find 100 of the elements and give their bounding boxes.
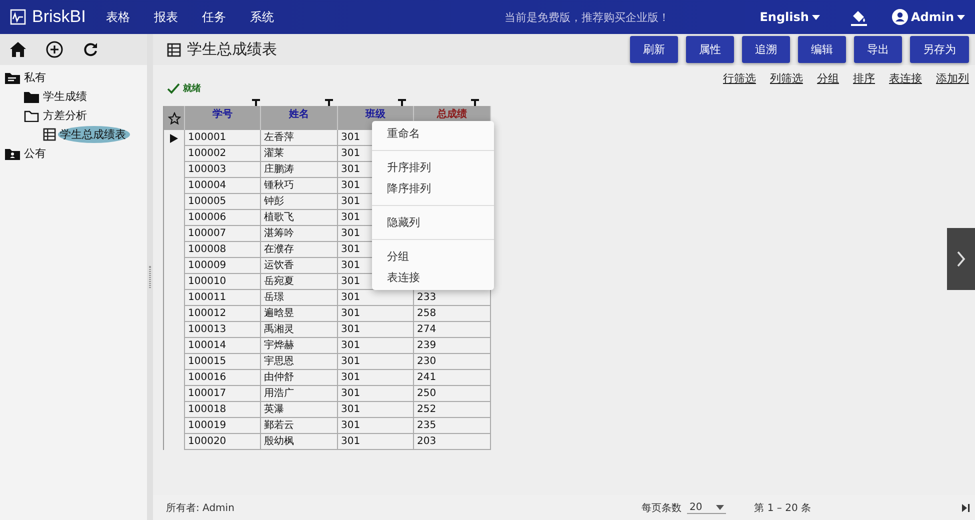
folder-icon (5, 72, 20, 84)
table-cell: 由仲舒 (261, 370, 338, 386)
action-link[interactable]: 排序 (853, 71, 875, 86)
table-cell: 100018 (185, 402, 261, 418)
nav-link[interactable]: 表格 (106, 8, 130, 26)
column-handle-icon[interactable] (252, 99, 260, 106)
page-size-select[interactable]: 20 (687, 502, 726, 514)
nav-link[interactable]: 系统 (250, 8, 274, 26)
table-cell: 英瀑 (261, 402, 338, 418)
toolbar-button[interactable]: 刷新 (630, 36, 678, 63)
check-icon (167, 83, 180, 94)
table-cell: 遍晗昱 (261, 306, 338, 322)
last-page-icon[interactable] (961, 502, 971, 512)
caret-icon (716, 504, 724, 510)
toolbar-button[interactable]: 导出 (854, 36, 902, 63)
table-cell: 301 (338, 434, 414, 450)
nav-link[interactable]: 报表 (154, 8, 178, 26)
table-cell: 宇烨赫 (261, 338, 338, 354)
action-link[interactable]: 行筛选 (723, 71, 756, 86)
table-cell: 运饮香 (261, 258, 338, 274)
table-cell: 100008 (185, 242, 261, 258)
action-link[interactable]: 列筛选 (770, 71, 803, 86)
toolbar-button[interactable]: 编辑 (798, 36, 846, 63)
nav-link[interactable]: 任务 (202, 8, 226, 26)
tree-item[interactable]: 私有 (22, 69, 50, 86)
table-cell: 100019 (185, 418, 261, 434)
refresh-icon[interactable] (83, 42, 98, 57)
column-header[interactable]: 班级 (366, 109, 386, 120)
table-cell: 殷幼枫 (261, 434, 338, 450)
table-cell: 100016 (185, 370, 261, 386)
table-cell: 100007 (185, 226, 261, 242)
table-cell: 锺秋巧 (261, 178, 338, 194)
table-cell: 宇思恩 (261, 354, 338, 370)
chevron-right-icon (956, 251, 966, 267)
app-logo: BriskBI (32, 7, 86, 27)
caret-icon (957, 14, 965, 20)
table-cell: 301 (338, 338, 414, 354)
current-row-icon (170, 134, 178, 142)
table-cell: 100004 (185, 178, 261, 194)
table-cell: 在濮存 (261, 242, 338, 258)
toolbar-button[interactable]: 另存为 (910, 36, 969, 63)
table-cell: 252 (414, 402, 491, 418)
table-cell: 301 (338, 418, 414, 434)
table-cell: 100013 (185, 322, 261, 338)
language-menu[interactable]: English (760, 10, 820, 24)
table-cell: 100010 (185, 274, 261, 290)
table-cell: 100011 (185, 290, 261, 306)
paint-bucket-icon[interactable] (850, 8, 868, 26)
owner-text: 所有者: Admin (166, 502, 234, 514)
column-handle-icon[interactable] (471, 99, 479, 106)
page-size-label: 每页条数 (641, 502, 682, 514)
toolbar-button[interactable]: 属性 (686, 36, 734, 63)
table-cell: 岳璟 (261, 290, 338, 306)
table-cell: 301 (338, 322, 414, 338)
table-cell: 230 (414, 354, 491, 370)
action-link[interactable]: 表连接 (889, 71, 922, 86)
action-link[interactable]: 添加列 (936, 71, 969, 86)
account-icon (892, 9, 908, 25)
table-icon (167, 42, 181, 56)
table-cell: 钟彭 (261, 194, 338, 210)
status-text: 就绪 (183, 82, 201, 95)
page-title: 学生总成绩表 (187, 40, 277, 59)
column-header[interactable]: 总成绩 (437, 109, 467, 120)
table-cell: 301 (338, 290, 414, 306)
notice-text: 当前是免费版，推荐购买企业版！ (504, 10, 670, 24)
table-cell: 301 (338, 306, 414, 322)
folder-user-icon (5, 148, 20, 160)
table-cell: 301 (338, 402, 414, 418)
column-handle-icon[interactable] (325, 99, 333, 106)
table-cell: 100017 (185, 386, 261, 402)
table-cell: 100003 (185, 162, 261, 178)
table-cell: 庄鹏涛 (261, 162, 338, 178)
home-icon[interactable] (10, 42, 26, 57)
table-cell: 274 (414, 322, 491, 338)
user-menu[interactable]: Admin (892, 9, 965, 25)
toolbar-button[interactable]: 追溯 (742, 36, 790, 63)
star-icon[interactable] (168, 112, 180, 124)
table-cell: 250 (414, 386, 491, 402)
tree-item[interactable]: 方差分析 (41, 107, 91, 124)
table-cell: 301 (338, 386, 414, 402)
table-cell: 岳宛夏 (261, 274, 338, 290)
table-cell: 203 (414, 434, 491, 450)
caret-icon (812, 14, 820, 20)
column-handle-icon[interactable] (398, 99, 406, 106)
action-link[interactable]: 分组 (817, 71, 839, 86)
table-cell: 100020 (185, 434, 261, 450)
tree-item[interactable]: 公有 (22, 145, 50, 162)
add-icon[interactable] (46, 41, 63, 58)
table-cell: 濯莱 (261, 146, 338, 162)
tree-item[interactable]: 学生成绩 (41, 88, 91, 105)
column-header[interactable]: 学号 (212, 109, 232, 120)
table-cell: 235 (414, 418, 491, 434)
table-cell: 植歌飞 (261, 210, 338, 226)
table-cell: 100012 (185, 306, 261, 322)
table-cell: 239 (414, 338, 491, 354)
expand-panel-button[interactable] (947, 228, 975, 290)
table-icon (43, 128, 56, 141)
column-header[interactable]: 姓名 (289, 109, 309, 120)
table-cell: 100005 (185, 194, 261, 210)
tree-item[interactable]: 学生总成绩表 (58, 126, 130, 143)
